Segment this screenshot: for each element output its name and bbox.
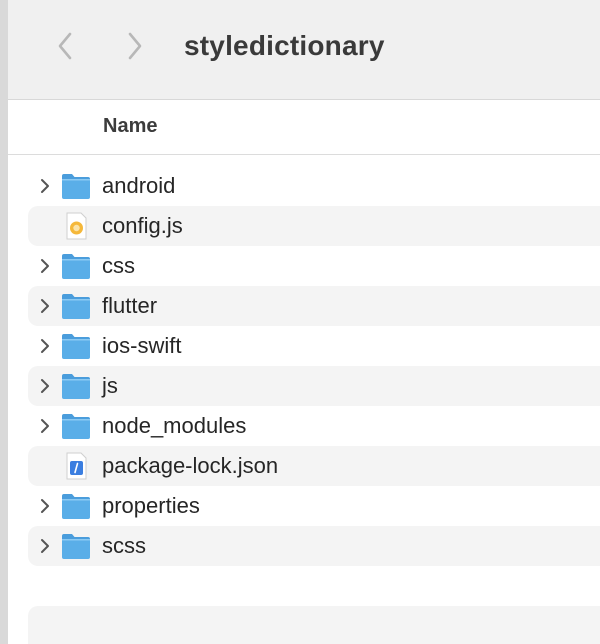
file-name: config.js xyxy=(102,213,183,238)
list-item[interactable]: flutter xyxy=(28,286,600,326)
list-item[interactable]: node_modules xyxy=(28,406,600,446)
folder-icon xyxy=(60,331,92,361)
list-item[interactable]: package-lock.json xyxy=(28,446,600,486)
list-item[interactable]: config.js xyxy=(28,206,600,246)
file-name: properties xyxy=(102,493,200,518)
folder-icon xyxy=(60,531,92,561)
file-name: node_modules xyxy=(102,413,247,438)
disclosure-chevron-icon[interactable] xyxy=(38,258,52,274)
window-left-edge xyxy=(0,0,8,644)
file-name: css xyxy=(102,253,135,278)
chevron-left-icon xyxy=(58,32,72,60)
file-list: android config.js css flutter ios-swift js nod… xyxy=(28,166,600,566)
toolbar: styledictionary xyxy=(8,0,600,100)
list-item[interactable]: js xyxy=(28,366,600,406)
list-item[interactable]: properties xyxy=(28,486,600,526)
js-file-icon xyxy=(60,211,92,241)
disclosure-chevron-icon[interactable] xyxy=(38,378,52,394)
column-header: Name xyxy=(8,101,600,155)
disclosure-chevron-icon[interactable] xyxy=(38,498,52,514)
back-button[interactable] xyxy=(50,28,80,64)
disclosure-chevron-icon[interactable] xyxy=(38,418,52,434)
list-item[interactable]: css xyxy=(28,246,600,286)
folder-icon xyxy=(60,371,92,401)
chevron-right-icon xyxy=(128,32,142,60)
file-name: flutter xyxy=(102,293,158,318)
folder-icon xyxy=(60,251,92,281)
file-name: scss xyxy=(102,533,146,558)
file-name: android xyxy=(102,173,176,198)
column-header-name[interactable]: Name xyxy=(103,115,157,138)
folder-icon xyxy=(60,411,92,441)
file-name: package-lock.json xyxy=(102,453,279,478)
json-file-icon xyxy=(60,451,92,481)
disclosure-chevron-icon[interactable] xyxy=(38,298,52,314)
folder-icon xyxy=(60,171,92,201)
file-name: js xyxy=(102,373,118,398)
folder-icon xyxy=(60,291,92,321)
forward-button[interactable] xyxy=(120,28,150,64)
list-item[interactable]: ios-swift xyxy=(28,326,600,366)
window-title: styledictionary xyxy=(184,30,385,61)
list-item[interactable]: android xyxy=(28,166,600,206)
disclosure-chevron-icon[interactable] xyxy=(38,178,52,194)
list-item[interactable]: scss xyxy=(28,526,600,566)
disclosure-chevron-icon[interactable] xyxy=(38,338,52,354)
file-name: ios-swift xyxy=(102,333,182,358)
status-bar xyxy=(28,606,600,644)
disclosure-chevron-icon[interactable] xyxy=(38,538,52,554)
folder-icon xyxy=(60,491,92,521)
